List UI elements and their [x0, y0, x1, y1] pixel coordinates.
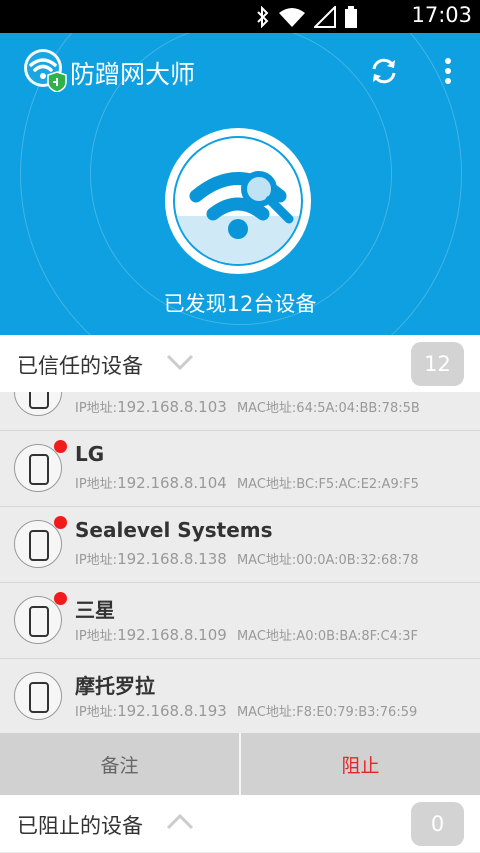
- phone-icon: [14, 392, 62, 416]
- phone-icon: [14, 520, 62, 568]
- more-options-icon[interactable]: [438, 55, 458, 87]
- block-button[interactable]: 阻止: [241, 733, 480, 795]
- app-title: 防蹭网大师: [70, 60, 196, 89]
- new-device-dot: [54, 440, 67, 453]
- note-button[interactable]: 备注: [0, 733, 241, 795]
- phone-icon: [14, 596, 62, 644]
- device-info: IP地址:192.168.8.138 MAC地址:00:0A:0B:32:68:…: [75, 550, 419, 568]
- scan-wifi-icon[interactable]: [163, 126, 313, 276]
- cell-signal-icon: [314, 6, 336, 28]
- found-devices-text: 已发现12台设备: [163, 292, 317, 316]
- device-item[interactable]: 摩托罗拉 IP地址:192.168.8.193 MAC地址:F8:E0:79:B…: [0, 658, 480, 733]
- device-list[interactable]: IP地址:192.168.8.103 MAC地址:64:5A:04:BB:78:…: [0, 392, 480, 733]
- trusted-devices-header[interactable]: 已信任的设备 12: [0, 335, 480, 393]
- device-info: IP地址:192.168.8.103 MAC地址:64:5A:04:BB:78:…: [75, 398, 420, 416]
- device-info: IP地址:192.168.8.193 MAC地址:F8:E0:79:B3:76:…: [75, 702, 418, 720]
- refresh-icon[interactable]: [368, 55, 400, 87]
- status-icons: [256, 6, 358, 28]
- trusted-devices-title: 已信任的设备: [17, 354, 143, 378]
- battery-icon: [345, 6, 357, 28]
- app-logo-icon: [24, 49, 67, 92]
- new-device-dot: [54, 592, 67, 605]
- wifi-signal-icon: [279, 8, 305, 27]
- trusted-count-badge: 12: [411, 342, 464, 386]
- blocked-count-badge: 0: [411, 802, 464, 846]
- new-device-dot: [54, 516, 67, 529]
- app-header: 防蹭网大师 已发现12台设备: [0, 33, 480, 335]
- chevron-down-icon[interactable]: [166, 352, 194, 372]
- device-name: 摩托罗拉: [75, 674, 155, 698]
- device-item[interactable]: Sealevel Systems IP地址:192.168.8.138 MAC地…: [0, 506, 480, 583]
- phone-icon: [14, 672, 62, 720]
- device-item[interactable]: 三星 IP地址:192.168.8.109 MAC地址:A0:0B:BA:8F:…: [0, 582, 480, 659]
- blocked-devices-header[interactable]: 已阻止的设备 0: [0, 795, 480, 852]
- blocked-devices-title: 已阻止的设备: [17, 814, 143, 838]
- device-item[interactable]: IP地址:192.168.8.103 MAC地址:64:5A:04:BB:78:…: [0, 392, 480, 431]
- status-time: 17:03: [411, 3, 472, 27]
- device-name: Sealevel Systems: [75, 518, 273, 542]
- bluetooth-icon: [257, 6, 269, 28]
- device-item[interactable]: LG IP地址:192.168.8.104 MAC地址:BC:F5:AC:E2:…: [0, 430, 480, 507]
- device-name: LG: [75, 442, 105, 466]
- device-name: 三星: [75, 598, 115, 622]
- device-actions: 备注 阻止: [0, 733, 480, 795]
- phone-icon: [14, 444, 62, 492]
- device-info: IP地址:192.168.8.109 MAC地址:A0:0B:BA:8F:C4:…: [75, 626, 418, 644]
- chevron-up-icon[interactable]: [166, 812, 194, 832]
- device-info: IP地址:192.168.8.104 MAC地址:BC:F5:AC:E2:A9:…: [75, 474, 419, 492]
- status-bar: 17:03: [0, 0, 480, 33]
